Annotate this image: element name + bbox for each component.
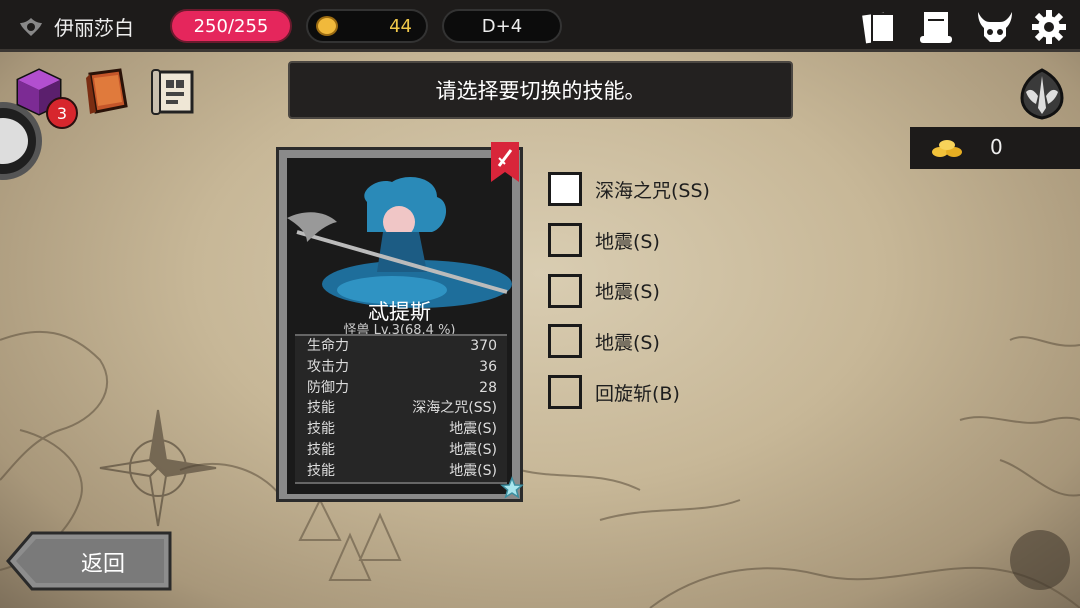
stat-value: 地震(S): [449, 462, 497, 479]
stat-label: 攻击力: [307, 358, 349, 375]
guild-emblem-icon: [20, 17, 42, 36]
skill-list: 深海之咒(SS) 地震(S) 地震(S) 地震(S) 回旋斩(B): [548, 164, 808, 417]
gold-pile-icon: [932, 140, 962, 157]
gold-coin-icon: [316, 16, 338, 36]
stat-label: 防御力: [307, 379, 349, 396]
skill-checkbox[interactable]: [548, 223, 582, 258]
stat-row-skill-3: 技能 地震(S): [295, 440, 507, 461]
skill-option-1[interactable]: 深海之咒(SS): [548, 164, 808, 215]
back-label: 返回: [80, 552, 125, 577]
monster-card-inner: 忒提斯 怪兽 Lv.3(68.4 %) 生命力 370 攻击力 36 防御力 28 技…: [287, 158, 512, 494]
cards-icon[interactable]: [860, 8, 898, 46]
gold-display: 44: [306, 9, 428, 43]
stat-row-hp: 生命力 370: [295, 336, 507, 357]
winged-crest-icon[interactable]: [1016, 64, 1068, 120]
stat-value: 深海之咒(SS): [412, 400, 497, 417]
compass-rose: [99, 409, 217, 527]
resource-count: 0: [990, 135, 1003, 159]
stat-value: 370: [470, 338, 497, 354]
skill-label: 地震(S): [595, 331, 660, 354]
day-display: D+4: [442, 9, 562, 43]
skill-checkbox[interactable]: [548, 375, 582, 410]
stat-value: 28: [479, 379, 497, 396]
stat-row-skill-1: 技能 深海之咒(SS): [295, 398, 507, 419]
spellbook-icon[interactable]: [82, 66, 132, 118]
skill-option-2[interactable]: 地震(S): [548, 215, 808, 266]
back-button[interactable]: 返回: [6, 531, 172, 591]
badge-count: 3: [56, 103, 68, 123]
stat-row-skill-4: 技能 地震(S): [295, 461, 507, 482]
instruction-text: 请选择要切换的技能。: [435, 79, 646, 103]
skill-checkbox[interactable]: [548, 172, 582, 207]
gear-icon[interactable]: [1030, 8, 1068, 46]
day-value: D+4: [481, 15, 523, 37]
stat-label: 技能: [307, 462, 335, 479]
stat-label: 技能: [307, 400, 335, 417]
hp-value: 250/255: [193, 15, 269, 37]
stat-value: 地震(S): [449, 441, 497, 458]
skill-checkbox[interactable]: [548, 324, 582, 359]
monster-stats: 生命力 370 攻击力 36 防御力 28 技能 深海之咒(SS) 技能 地震(S) 技能…: [295, 334, 507, 484]
scroll-icon[interactable]: [918, 8, 956, 46]
bookmark-sword-icon[interactable]: [491, 142, 519, 182]
resource-counter: 0: [910, 127, 1080, 169]
stat-row-skill-2: 技能 地震(S): [295, 419, 507, 440]
skill-label: 地震(S): [595, 281, 660, 304]
stat-value: 36: [479, 358, 497, 375]
skill-option-3[interactable]: 地震(S): [548, 265, 808, 316]
chest-count-badge: 3: [46, 97, 78, 129]
stat-row-attack: 攻击力 36: [295, 357, 507, 378]
stat-label: 生命力: [307, 338, 349, 354]
stat-label: 技能: [307, 421, 335, 438]
stat-row-defense: 防御力 28: [295, 378, 507, 399]
player-name: 伊丽莎白: [54, 16, 134, 40]
skill-label: 回旋斩(B): [595, 382, 680, 405]
instruction-banner: 请选择要切换的技能。: [288, 61, 793, 119]
skill-checkbox[interactable]: [548, 273, 582, 308]
monster-portrait: [287, 177, 512, 308]
stat-value: 地震(S): [449, 421, 497, 438]
skill-label: 地震(S): [595, 230, 660, 253]
monster-card: 忒提斯 怪兽 Lv.3(68.4 %) 生命力 370 攻击力 36 防御力 28 技…: [276, 142, 524, 502]
gold-value: 44: [389, 15, 412, 37]
map-scroll-icon[interactable]: [148, 66, 198, 118]
top-bar: 伊丽莎白 250/255 44 D+4: [0, 0, 1080, 52]
skill-label: 深海之咒(SS): [595, 179, 710, 202]
stat-label: 技能: [307, 441, 335, 458]
skill-option-5[interactable]: 回旋斩(B): [548, 367, 808, 418]
player-info: 伊丽莎白: [18, 12, 134, 41]
horned-skull-icon[interactable]: [976, 8, 1014, 46]
hp-display: 250/255: [170, 9, 292, 43]
skill-option-4[interactable]: 地震(S): [548, 316, 808, 367]
star-icon: [500, 476, 524, 499]
